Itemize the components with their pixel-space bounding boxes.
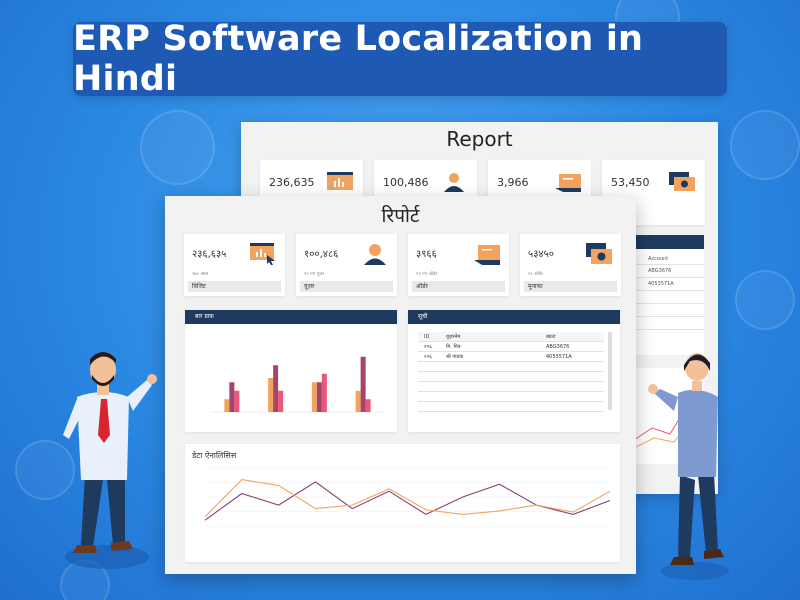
kpi-card-users: १००,४८६ २० नए यूजर यूज़र bbox=[296, 234, 397, 296]
kpi-value: १००,४८६ bbox=[304, 249, 339, 260]
accounts-panel: Account ABG3676 4053571A bbox=[634, 235, 704, 355]
series-line bbox=[204, 481, 611, 521]
kpi-label: यूज़र bbox=[300, 281, 393, 292]
column-header: यूज़रनेम bbox=[446, 334, 461, 340]
kpi-sub: २० नए यूजर bbox=[304, 272, 325, 277]
table-cell bbox=[634, 304, 704, 317]
table-cell: Account bbox=[634, 249, 704, 265]
scrollbar[interactable] bbox=[608, 332, 612, 410]
kpi-value: ५३४५० bbox=[528, 249, 554, 260]
line-chart bbox=[204, 467, 611, 527]
bar bbox=[360, 356, 366, 412]
column-header: ID bbox=[424, 334, 430, 340]
table-row bbox=[418, 392, 604, 402]
kpi-label: विजिट bbox=[188, 281, 281, 292]
bar-chart bbox=[210, 356, 385, 413]
kpi-value: 3,966 bbox=[497, 176, 529, 189]
kpi-value: 100,486 bbox=[383, 176, 429, 189]
table-row bbox=[418, 362, 604, 372]
line-chart-panel: डेटा ऐनालिसिस bbox=[185, 444, 620, 562]
user-list-panel: सूची ID यूज़रनेम खाता २१६ मि. मित्र ABG3… bbox=[408, 310, 620, 432]
banner-title: ERP Software Localization in Hindi bbox=[73, 19, 644, 99]
decor-circle bbox=[735, 270, 795, 330]
ticket-icon bbox=[555, 174, 581, 192]
table-cell: 4053571A bbox=[634, 278, 704, 291]
kpi-card-visits: २३६,६३५ २७० आज विजिट bbox=[184, 234, 285, 296]
kpi-sub: १२ नए ऑर्डर bbox=[416, 272, 438, 277]
kpi-sub: २७० आज bbox=[192, 272, 209, 277]
title-banner: ERP Software Localization in Hindi bbox=[73, 19, 727, 99]
businessman-illustration-left bbox=[63, 352, 157, 569]
bar bbox=[365, 399, 371, 412]
table-cell: ABG3676 bbox=[634, 265, 704, 278]
panel-header bbox=[634, 235, 704, 249]
series-line bbox=[204, 479, 611, 518]
cash-icon bbox=[586, 243, 612, 264]
panel-header: सूची bbox=[408, 310, 620, 324]
kpi-value: ३९६६ bbox=[416, 249, 437, 260]
kpi-value: 236,635 bbox=[269, 176, 315, 189]
table-row bbox=[418, 382, 604, 392]
bar bbox=[268, 378, 274, 412]
table-cell: 4053571A bbox=[546, 354, 572, 360]
bar bbox=[278, 390, 284, 412]
panel-header: बार ग्राफ़ bbox=[185, 310, 397, 324]
table-cell bbox=[634, 317, 704, 330]
businessman-illustration-right bbox=[648, 353, 729, 580]
bar bbox=[311, 382, 317, 412]
bar bbox=[273, 365, 279, 412]
table-row: २१६ मि. मित्र ABG3676 bbox=[418, 342, 604, 352]
kpi-card-orders: ३९६६ १२ नए ऑर्डर ऑर्डर bbox=[408, 234, 509, 296]
decor-circle bbox=[730, 110, 800, 180]
table-cell: २१६ bbox=[424, 344, 432, 350]
user-icon bbox=[364, 244, 386, 265]
table-row: २२६ श्री पाठक 4053571A bbox=[418, 352, 604, 362]
ticket-icon bbox=[474, 245, 500, 265]
table-cell: श्री पाठक bbox=[446, 354, 464, 360]
kpi-label: ऑर्डर bbox=[412, 281, 505, 292]
bar bbox=[321, 373, 327, 412]
table-cell: मि. मित्र bbox=[446, 344, 461, 350]
report-title: Report bbox=[446, 127, 513, 151]
bar bbox=[224, 399, 230, 412]
kpi-value: 53,450 bbox=[611, 176, 650, 189]
chart-screen-icon bbox=[250, 243, 275, 265]
table-header-row: ID यूज़रनेम खाता bbox=[418, 332, 604, 342]
kpi-value: २३६,६३५ bbox=[192, 249, 227, 260]
kpi-sub: २८ ऑर्डर bbox=[528, 272, 543, 277]
bar bbox=[316, 382, 322, 412]
user-table: ID यूज़रनेम खाता २१६ मि. मित्र ABG3676 २… bbox=[418, 332, 604, 412]
bar-chart-panel: बार ग्राफ़ bbox=[185, 310, 397, 432]
report-title: रिपोर्ट bbox=[381, 205, 420, 227]
panel-title: डेटा ऐनालिसिस bbox=[192, 451, 237, 460]
cash-icon bbox=[669, 172, 695, 191]
column-header: खाता bbox=[546, 334, 556, 340]
kpi-label: मुनाफा bbox=[524, 281, 617, 292]
report-window-hindi: रिपोर्ट २३६,६३५ २७० आज विजिट १००,४८६ २० … bbox=[165, 196, 636, 574]
bar bbox=[229, 382, 235, 412]
table-cell: २२६ bbox=[424, 354, 432, 360]
table-cell: ABG3676 bbox=[546, 344, 570, 350]
kpi-card-profit: ५३४५० २८ ऑर्डर मुनाफा bbox=[520, 234, 621, 296]
decor-circle bbox=[140, 110, 215, 185]
bar bbox=[234, 390, 240, 412]
table-row bbox=[418, 372, 604, 382]
bar bbox=[355, 390, 361, 412]
table-row bbox=[418, 402, 604, 412]
user-icon bbox=[444, 173, 464, 192]
chart-screen-icon bbox=[327, 172, 353, 190]
table-cell bbox=[634, 291, 704, 304]
